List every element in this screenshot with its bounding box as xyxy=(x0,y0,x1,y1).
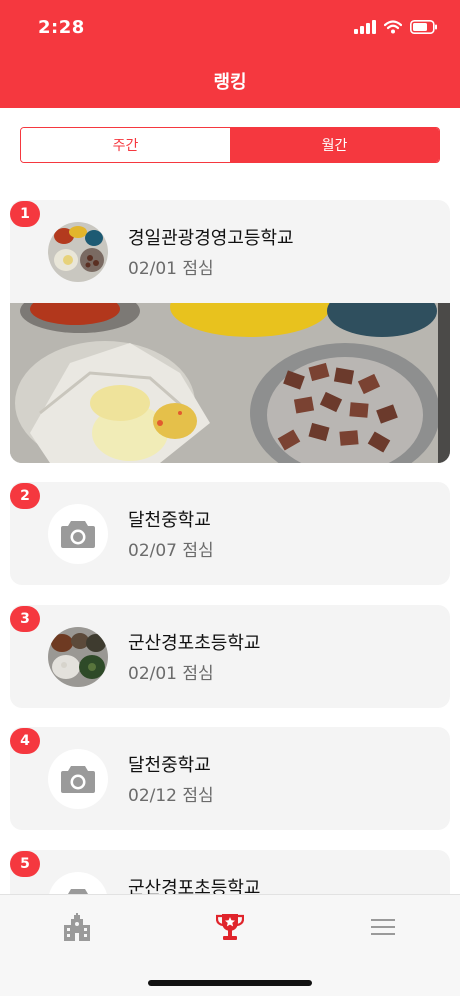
meal-photo-thumbnail xyxy=(48,222,108,282)
camera-icon xyxy=(61,521,95,548)
meal-thumbnail-placeholder xyxy=(48,749,108,809)
signal-icon xyxy=(354,20,376,34)
period-segmented-control: 주간 월간 xyxy=(20,127,440,163)
tab-weekly[interactable]: 주간 xyxy=(21,128,230,162)
menu-icon xyxy=(371,919,395,935)
school-name: 군산경포초등학교 xyxy=(128,633,261,654)
camera-icon xyxy=(63,889,93,894)
rank-badge: 1 xyxy=(10,201,40,227)
list-item[interactable]: 달천중학교 02/12 점심 xyxy=(10,727,450,830)
school-name: 군산경포초등학교 xyxy=(128,878,261,894)
meal-thumbnail-placeholder xyxy=(48,872,108,894)
home-indicator xyxy=(148,980,312,986)
meal-thumbnail xyxy=(48,627,108,687)
meal-photo-thumbnail xyxy=(48,627,108,687)
meal-photo[interactable] xyxy=(10,303,450,463)
status-icons xyxy=(354,20,438,34)
meal-thumbnail xyxy=(48,222,108,282)
meal-date: 02/07 점심 xyxy=(128,541,214,561)
school-name: 달천중학교 xyxy=(128,755,211,776)
school-icon xyxy=(64,913,90,941)
list-item[interactable]: 군산경포초등학교 02/01 점심 xyxy=(10,605,450,708)
camera-icon xyxy=(61,766,95,793)
meal-thumbnail-placeholder xyxy=(48,504,108,564)
page-title: 랭킹 xyxy=(213,72,247,93)
meal-date: 02/12 점심 xyxy=(128,786,214,806)
rank-badge: 2 xyxy=(10,483,40,509)
rank-badge: 4 xyxy=(10,728,40,754)
battery-icon xyxy=(410,20,437,34)
status-time: 2:28 xyxy=(38,17,85,38)
list-item[interactable]: 경일관광경영고등학교 02/01 점심 xyxy=(10,200,450,463)
rank-badge: 5 xyxy=(10,851,40,877)
tab-menu[interactable] xyxy=(363,907,403,947)
list-item[interactable]: 달천중학교 02/07 점심 xyxy=(10,482,450,585)
school-name: 경일관광경영고등학교 xyxy=(128,228,294,249)
tab-monthly[interactable]: 월간 xyxy=(230,128,439,162)
trophy-icon xyxy=(216,914,244,940)
wifi-icon xyxy=(384,20,402,34)
ranking-screen: 2:28 랭킹 주간 월간 경일관광경영고등학교 02/01 점심 1 달천중학… xyxy=(0,0,460,996)
meal-date: 02/01 점심 xyxy=(128,664,214,684)
tab-ranking[interactable] xyxy=(210,907,250,947)
rank-badge: 3 xyxy=(10,606,40,632)
school-name: 달천중학교 xyxy=(128,510,211,531)
meal-date: 02/01 점심 xyxy=(128,259,214,279)
ranking-list[interactable]: 경일관광경영고등학교 02/01 점심 1 달천중학교 02/07 점심 2 군… xyxy=(0,200,460,894)
list-item[interactable]: 군산경포초등학교 xyxy=(10,850,450,894)
header: 2:28 랭킹 xyxy=(0,0,460,108)
tab-school[interactable] xyxy=(57,907,97,947)
